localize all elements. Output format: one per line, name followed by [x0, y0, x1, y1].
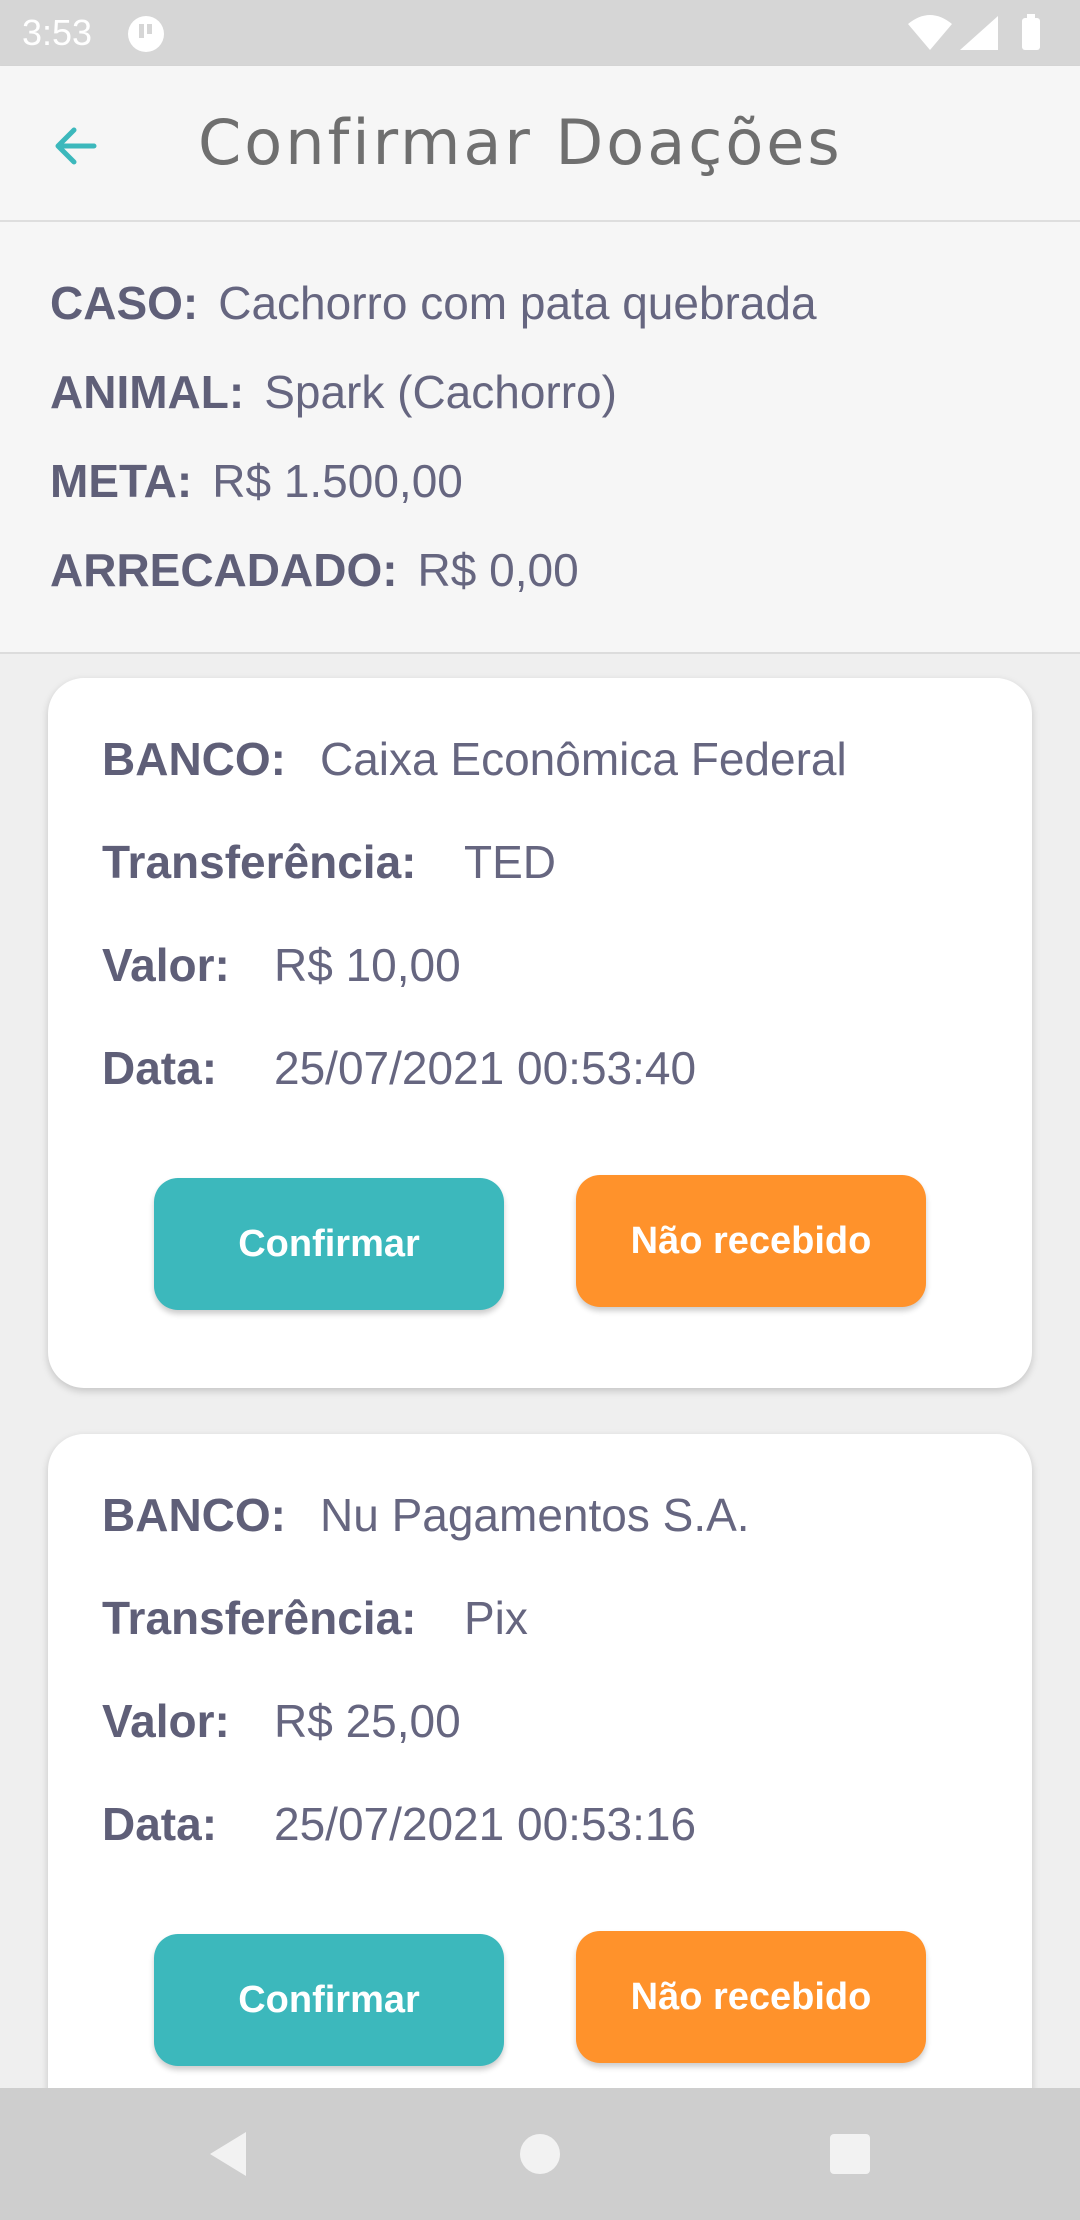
back-arrow-icon[interactable]	[44, 116, 108, 180]
case-row-arrecadado: ARRECADADO: R$ 0,00	[50, 543, 579, 597]
data-value: 25/07/2021 00:53:16	[274, 1798, 697, 1850]
case-summary: CASO: Cachorro com pata quebrada ANIMAL: S…	[0, 222, 1080, 654]
transferencia-value: TED	[464, 836, 556, 888]
valor-value: R$ 25,00	[274, 1695, 461, 1747]
card-row-banco: BANCO: Nu Pagamentos S.A.	[102, 1488, 750, 1542]
card-row-data: Data: 25/07/2021 00:53:16	[102, 1797, 696, 1851]
data-label: Data:	[102, 1798, 218, 1850]
not-received-button[interactable]: Não recebido	[576, 1175, 926, 1307]
battery-icon	[1022, 14, 1040, 50]
confirm-button[interactable]: Confirmar	[154, 1934, 504, 2066]
not-received-button[interactable]: Não recebido	[576, 1931, 926, 2063]
page-title: Confirmar Doações	[198, 106, 843, 179]
transferencia-label: Transferência:	[102, 836, 417, 888]
caso-label: CASO:	[50, 277, 199, 329]
banco-value: Caixa Econômica Federal	[320, 733, 847, 785]
card-row-transferencia: Transferência: Pix	[102, 1591, 528, 1645]
card-row-banco: BANCO: Caixa Econômica Federal	[102, 732, 847, 786]
confirm-button[interactable]: Confirmar	[154, 1178, 504, 1310]
card-row-data: Data: 25/07/2021 00:53:40	[102, 1041, 696, 1095]
card-row-valor: Valor: R$ 25,00	[102, 1694, 461, 1748]
nav-back-icon[interactable]	[200, 2124, 260, 2184]
caso-value: Cachorro com pata quebrada	[218, 277, 817, 329]
banco-value: Nu Pagamentos S.A.	[320, 1489, 750, 1541]
donation-card: BANCO: Nu Pagamentos S.A. Transferência: P…	[48, 1434, 1032, 2144]
animal-value: Spark (Cachorro)	[264, 366, 617, 418]
status-bar: 3:53	[0, 0, 1080, 66]
case-row-caso: CASO: Cachorro com pata quebrada	[50, 276, 817, 330]
transferencia-label: Transferência:	[102, 1592, 417, 1644]
banco-label: BANCO:	[102, 733, 286, 785]
signal-icon	[960, 16, 998, 50]
app-bar: Confirmar Doações	[0, 66, 1080, 222]
valor-value: R$ 10,00	[274, 939, 461, 991]
arrecadado-label: ARRECADADO:	[50, 544, 398, 596]
transferencia-value: Pix	[464, 1592, 528, 1644]
meta-value: R$ 1.500,00	[212, 455, 463, 507]
status-icons	[908, 14, 1040, 50]
arrecadado-value: R$ 0,00	[417, 544, 579, 596]
case-row-meta: META: R$ 1.500,00	[50, 454, 463, 508]
nav-recents-icon[interactable]	[820, 2124, 880, 2184]
case-row-animal: ANIMAL: Spark (Cachorro)	[50, 365, 617, 419]
banco-label: BANCO:	[102, 1489, 286, 1541]
notification-app-icon	[128, 16, 164, 52]
valor-label: Valor:	[102, 1695, 230, 1747]
nav-home-icon[interactable]	[510, 2124, 570, 2184]
system-nav-bar	[0, 2088, 1080, 2220]
status-time: 3:53	[22, 12, 93, 53]
wifi-icon	[908, 15, 952, 50]
animal-label: ANIMAL:	[50, 366, 245, 418]
card-row-valor: Valor: R$ 10,00	[102, 938, 461, 992]
donation-card: BANCO: Caixa Econômica Federal Transferên…	[48, 678, 1032, 1388]
data-label: Data:	[102, 1042, 218, 1094]
card-row-transferencia: Transferência: TED	[102, 835, 556, 889]
meta-label: META:	[50, 455, 193, 507]
data-value: 25/07/2021 00:53:40	[274, 1042, 697, 1094]
valor-label: Valor:	[102, 939, 230, 991]
